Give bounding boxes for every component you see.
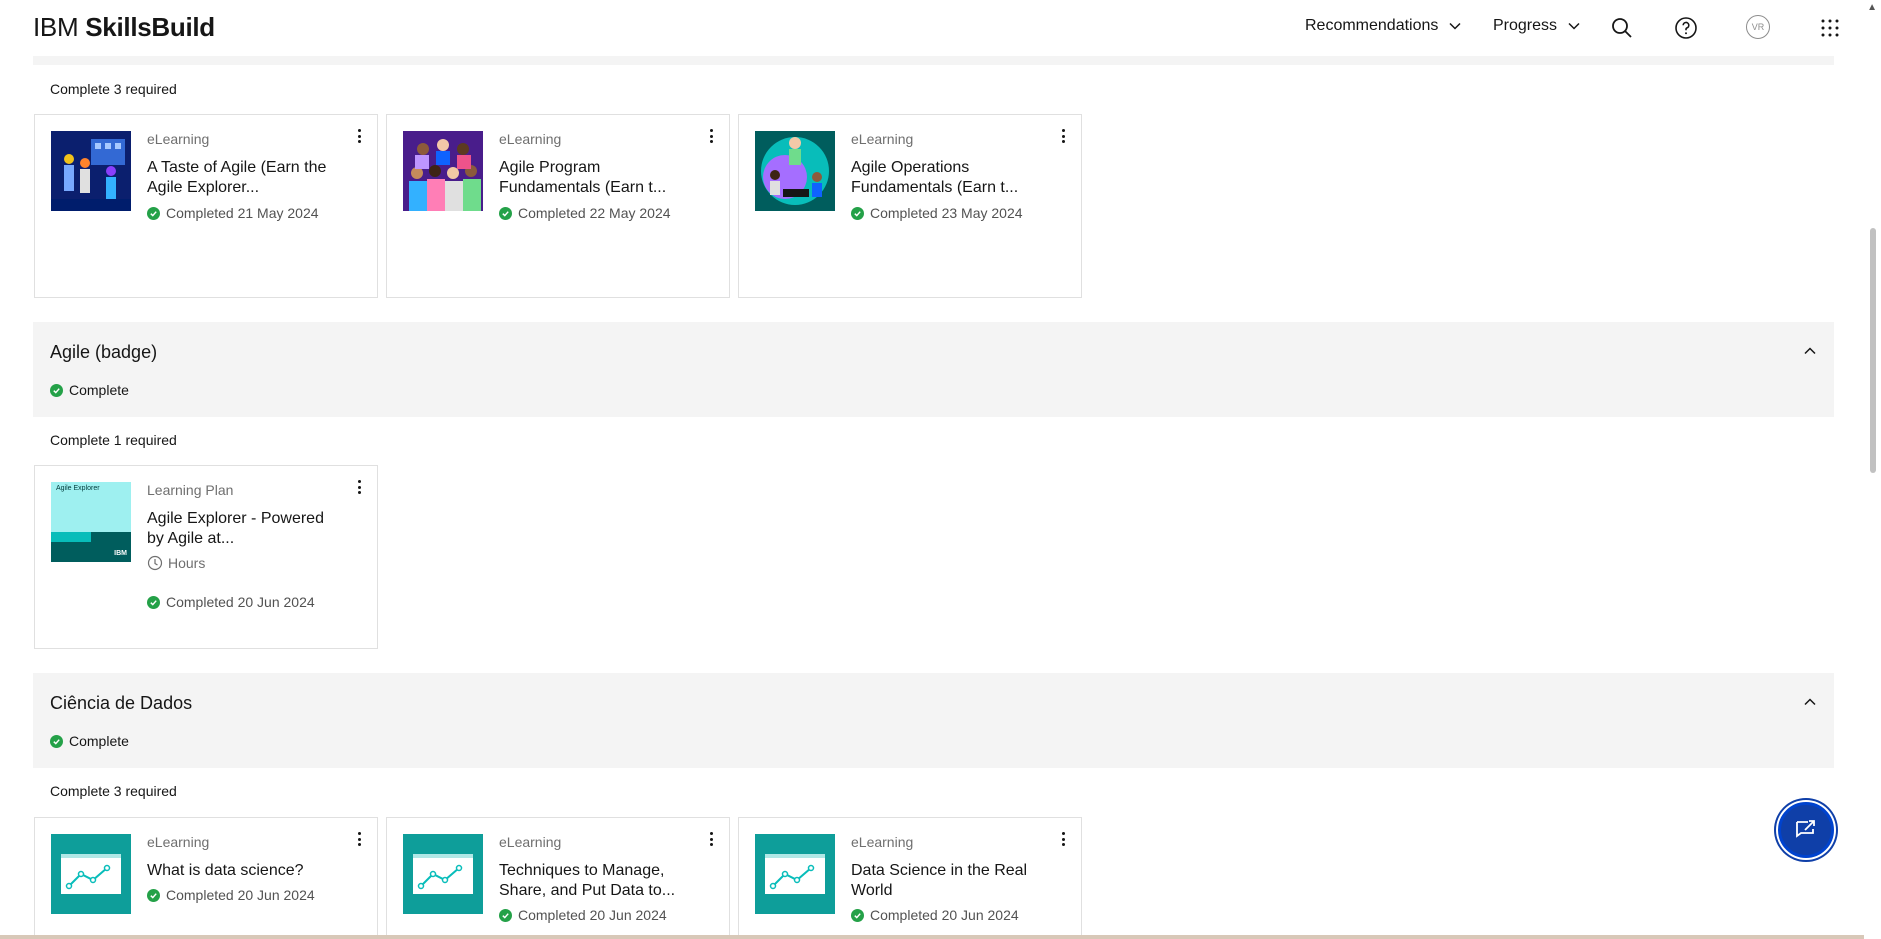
scroll-up-arrow-icon[interactable]: ▲ (1867, 2, 1877, 13)
checkmark-icon (147, 206, 160, 220)
chat-icon (1796, 820, 1815, 838)
app-switcher-icon[interactable] (1816, 14, 1844, 42)
avatar-initials: VR (1751, 22, 1765, 32)
taskbar-edge (0, 935, 1864, 939)
help-icon[interactable] (1672, 14, 1700, 42)
vertical-scrollbar[interactable]: ▲ (1864, 0, 1881, 939)
completion-status: Completed 20 Jun 2024 (147, 887, 315, 903)
requirement-group-header[interactable]: Agile (badge) Complete (33, 322, 1834, 417)
course-type: Learning Plan (147, 482, 234, 498)
logo-ibm-text: IBM (33, 12, 79, 42)
checkmark-icon (499, 206, 512, 220)
course-thumbnail (755, 131, 835, 211)
group-status: Complete (50, 733, 129, 749)
course-title[interactable]: Data Science in the Real World (851, 861, 1041, 901)
checkmark-icon (499, 908, 512, 922)
completion-status: Completed 22 May 2024 (499, 205, 671, 221)
completion-date: Completed 20 Jun 2024 (518, 907, 667, 923)
thumbnail-title-text: Agile Explorer (56, 485, 100, 492)
chevron-down-icon (1568, 22, 1580, 30)
learning-plan-card[interactable]: Agile Explorer IBM Learning Plan Agile E… (34, 465, 378, 649)
course-title[interactable]: Agile Program Fundamentals (Earn t... (499, 158, 689, 198)
thumbnail-ibm-logo: IBM (114, 550, 127, 557)
course-type: eLearning (499, 834, 562, 850)
logo-brand-text: SkillsBuild (85, 12, 215, 42)
course-type: eLearning (851, 834, 914, 850)
course-title[interactable]: Techniques to Manage, Share, and Put Dat… (499, 861, 689, 901)
course-card[interactable]: eLearning Agile Program Fundamentals (Ea… (386, 114, 730, 298)
completion-status: Completed 20 Jun 2024 (147, 594, 315, 610)
nav-progress-label: Progress (1493, 17, 1558, 34)
group-title: Ciência de Dados (50, 693, 193, 713)
thumbnail-band-accent (51, 532, 91, 542)
course-thumbnail (51, 131, 131, 211)
overflow-menu-icon[interactable] (1061, 129, 1065, 143)
course-thumbnail (51, 834, 131, 914)
completion-status: Completed 21 May 2024 (147, 205, 319, 221)
checkmark-icon (851, 908, 864, 922)
course-title[interactable]: A Taste of Agile (Earn the Agile Explore… (147, 158, 337, 198)
duration: Hours (147, 555, 205, 571)
checkmark-icon (851, 206, 864, 220)
nav-recommendations-label: Recommendations (1305, 17, 1439, 34)
course-thumbnail (403, 834, 483, 914)
completion-date: Completed 21 May 2024 (166, 205, 319, 221)
completion-status: Completed 23 May 2024 (851, 205, 1023, 221)
completion-date: Completed 20 Jun 2024 (166, 887, 315, 903)
course-thumbnail (755, 834, 835, 914)
scrollbar-thumb[interactable] (1870, 228, 1876, 473)
course-title[interactable]: Agile Explorer - Powered by Agile at... (147, 509, 337, 549)
overflow-menu-icon[interactable] (357, 129, 361, 143)
chevron-up-icon[interactable] (1803, 695, 1817, 709)
clock-icon (147, 555, 163, 571)
nav-recommendations[interactable]: Recommendations (1305, 17, 1462, 35)
completion-date: Completed 22 May 2024 (518, 205, 671, 221)
course-type: eLearning (147, 834, 210, 850)
overflow-menu-icon[interactable] (357, 480, 361, 494)
course-type: eLearning (851, 131, 914, 147)
completion-date: Completed 20 Jun 2024 (166, 594, 315, 610)
group-header-partial (33, 56, 1834, 65)
search-icon[interactable] (1608, 14, 1636, 42)
completion-status: Completed 20 Jun 2024 (851, 907, 1019, 923)
course-type: eLearning (147, 131, 210, 147)
overflow-menu-icon[interactable] (357, 832, 361, 846)
overflow-menu-icon[interactable] (709, 832, 713, 846)
required-count: Complete 3 required (50, 783, 177, 799)
group-status-label: Complete (69, 733, 129, 749)
ibm-skillsbuild-logo[interactable]: IBM SkillsBuild (33, 12, 215, 43)
completion-date: Completed 20 Jun 2024 (870, 907, 1019, 923)
course-card[interactable]: eLearning Techniques to Manage, Share, a… (386, 817, 730, 939)
course-thumbnail: Agile Explorer IBM (51, 482, 131, 562)
required-count: Complete 1 required (50, 432, 177, 448)
course-card[interactable]: eLearning What is data science? Complete… (34, 817, 378, 939)
course-thumbnail (403, 131, 483, 211)
overflow-menu-icon[interactable] (1061, 832, 1065, 846)
course-title[interactable]: What is data science? (147, 861, 337, 881)
chevron-down-icon (1449, 22, 1461, 30)
course-title[interactable]: Agile Operations Fundamentals (Earn t... (851, 158, 1041, 198)
course-type: eLearning (499, 131, 562, 147)
chat-launcher-button[interactable] (1778, 802, 1834, 858)
checkmark-icon (50, 734, 63, 748)
requirement-group-header[interactable]: Ciência de Dados Complete (33, 673, 1834, 768)
completion-date: Completed 23 May 2024 (870, 205, 1023, 221)
top-nav-bar: IBM SkillsBuild Recommendations Progress… (0, 0, 1864, 56)
checkmark-icon (50, 383, 63, 397)
user-avatar[interactable]: VR (1746, 15, 1770, 39)
group-status-label: Complete (69, 382, 129, 398)
required-count: Complete 3 required (50, 81, 177, 97)
checkmark-icon (147, 595, 160, 609)
course-card[interactable]: eLearning Agile Operations Fundamentals … (738, 114, 1082, 298)
course-card[interactable]: eLearning Data Science in the Real World… (738, 817, 1082, 939)
chevron-up-icon[interactable] (1803, 344, 1817, 358)
course-card[interactable]: eLearning A Taste of Agile (Earn the Agi… (34, 114, 378, 298)
checkmark-icon (147, 888, 160, 902)
group-title: Agile (badge) (50, 342, 158, 362)
nav-progress[interactable]: Progress (1493, 17, 1581, 35)
completion-status: Completed 20 Jun 2024 (499, 907, 667, 923)
group-status: Complete (50, 382, 129, 398)
overflow-menu-icon[interactable] (709, 129, 713, 143)
duration-label: Hours (168, 555, 206, 571)
